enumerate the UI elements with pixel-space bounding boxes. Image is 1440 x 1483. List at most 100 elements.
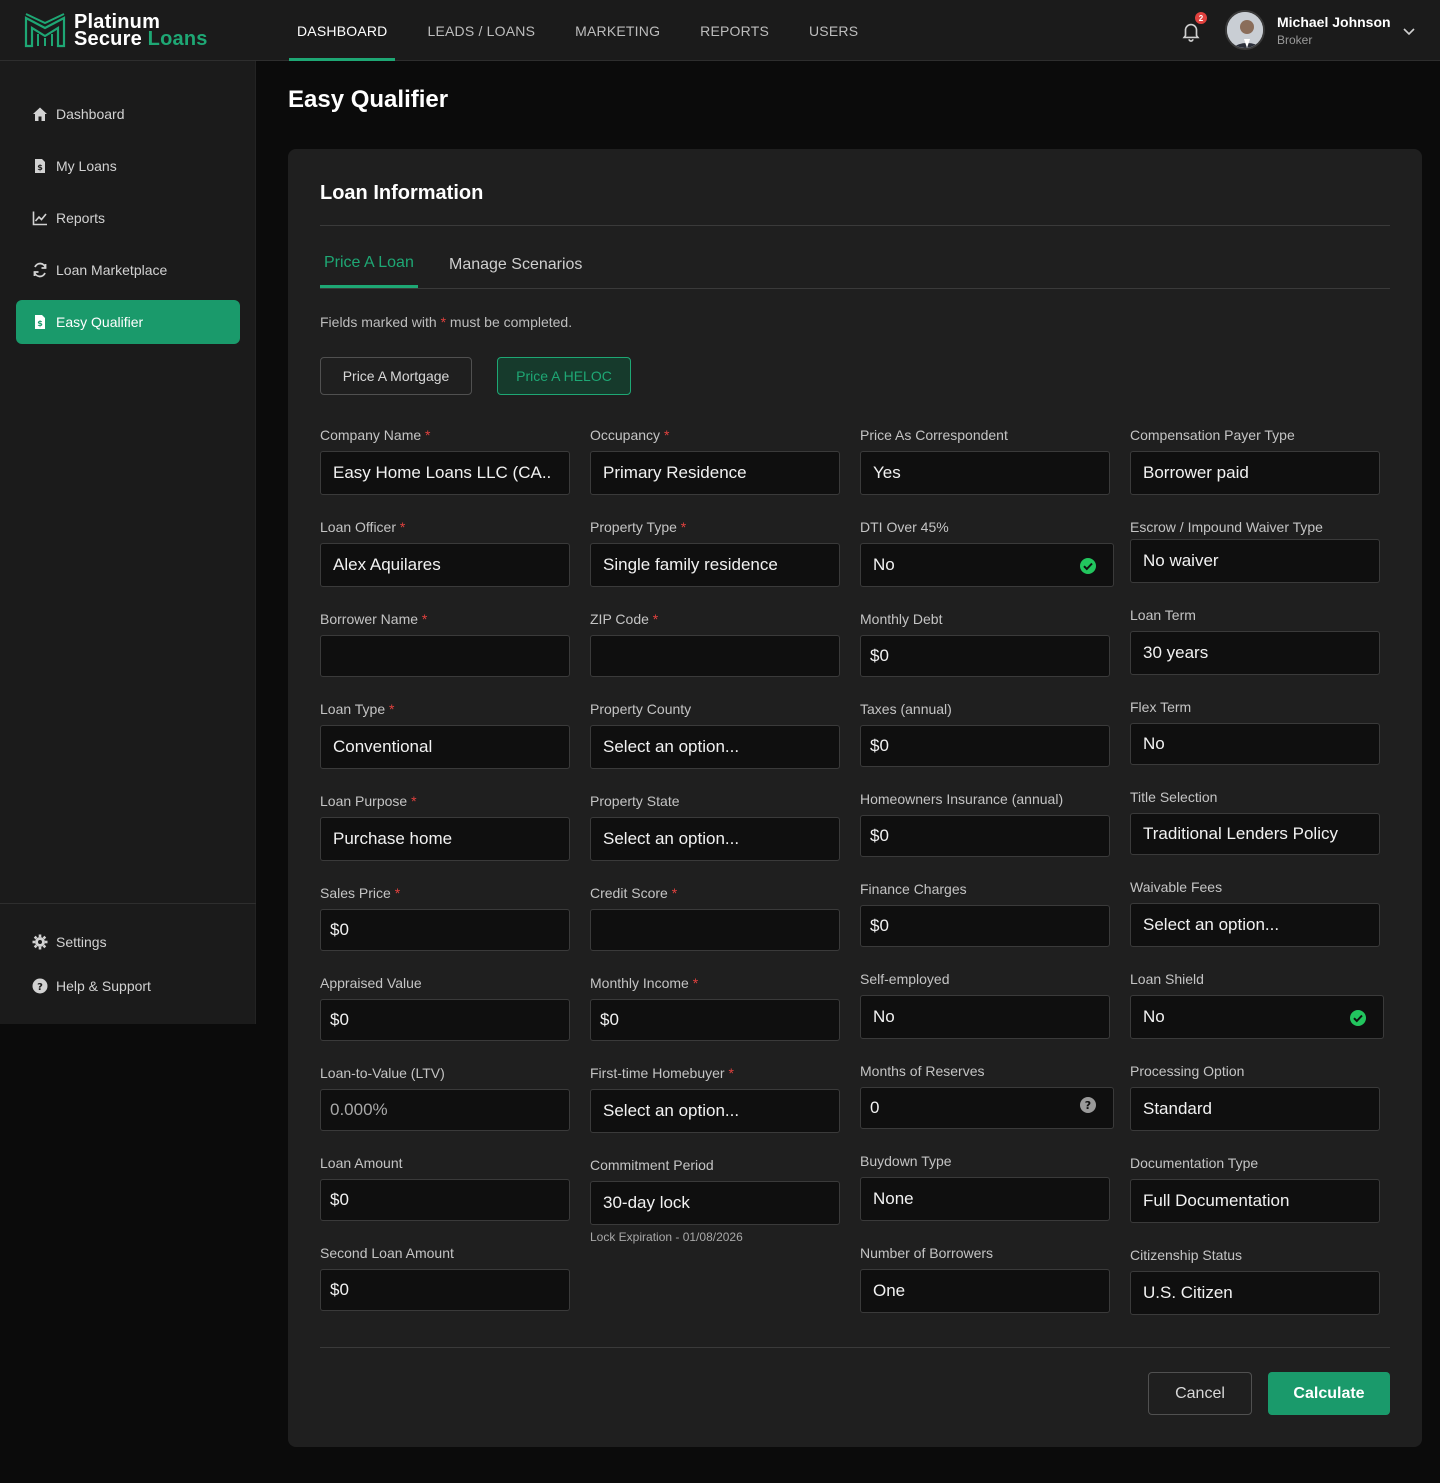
escrow-waiver-type-select[interactable]: No waiver	[1130, 539, 1380, 583]
price-a-heloc-button[interactable]: Price A HELOC	[497, 357, 631, 395]
property-county-select[interactable]: Select an option...	[590, 725, 840, 769]
company-name-label-text: Company Name	[320, 427, 422, 443]
flex-term-label: Flex Term	[1130, 699, 1192, 715]
title-selection-select[interactable]: Traditional Lenders Policy	[1130, 813, 1380, 855]
first-time-homebuyer-select[interactable]: Select an option...	[590, 1089, 840, 1133]
company-name-label: Company Name *	[320, 427, 431, 443]
sidebar-item-settings[interactable]: Settings	[16, 920, 240, 964]
price-as-correspondent-select[interactable]: Yes	[860, 451, 1110, 495]
months-of-reserves-input[interactable]: 0 ?	[860, 1087, 1114, 1129]
loan-officer-label-text: Loan Officer	[320, 519, 397, 535]
commitment-period-select[interactable]: 30-day lock	[590, 1181, 840, 1225]
appraised-value-input[interactable]: $0	[320, 999, 570, 1041]
nav-leads-loans[interactable]: LEADS / LOANS	[419, 0, 543, 61]
waivable-fees-label: Waivable Fees	[1130, 879, 1223, 895]
nav-dashboard[interactable]: DASHBOARD	[289, 0, 396, 61]
brand-line2a: Secure	[74, 28, 148, 50]
required-star: *	[425, 427, 431, 443]
nav-reports[interactable]: REPORTS	[692, 0, 777, 61]
monthly-debt-label: Monthly Debt	[860, 611, 943, 627]
price-a-mortgage-button[interactable]: Price A Mortgage	[320, 357, 472, 395]
top-bar: Platinum Secure Loans DASHBOARD LEADS / …	[0, 0, 1440, 61]
svg-text:$: $	[37, 319, 43, 328]
credit-score-label-text: Credit Score	[590, 885, 668, 901]
tab-price-a-loan[interactable]: Price A Loan	[320, 241, 418, 288]
dti-over-45-label: DTI Over 45%	[860, 519, 949, 535]
line-chart-icon	[32, 211, 47, 226]
svg-text:?: ?	[1085, 1099, 1091, 1112]
title-selection-label: Title Selection	[1130, 789, 1218, 805]
sales-price-input[interactable]: $0	[320, 909, 570, 951]
required-star: *	[652, 611, 659, 627]
chevron-down-icon[interactable]	[1402, 24, 1416, 38]
waivable-fees-select[interactable]: Select an option...	[1130, 903, 1380, 947]
flex-term-select[interactable]: No	[1130, 723, 1380, 765]
company-name-select[interactable]: Easy Home Loans LLC (CA..	[320, 451, 570, 495]
appraised-value-label: Appraised Value	[320, 975, 422, 991]
loan-term-select[interactable]: 30 years	[1130, 631, 1380, 675]
documentation-type-select[interactable]: Full Documentation	[1130, 1179, 1380, 1223]
loan-purpose-label-text: Loan Purpose	[320, 793, 408, 809]
sidebar-item-reports[interactable]: Reports	[16, 196, 240, 240]
occupancy-select[interactable]: Primary Residence	[590, 451, 840, 495]
notification-badge: 2	[1195, 12, 1207, 24]
calculate-button[interactable]: Calculate	[1268, 1372, 1390, 1415]
second-loan-amount-input[interactable]: $0	[320, 1269, 570, 1311]
sidebar-item-loan-marketplace[interactable]: Loan Marketplace	[16, 248, 240, 292]
tab-manage-scenarios[interactable]: Manage Scenarios	[445, 241, 586, 288]
zip-code-input[interactable]	[590, 635, 840, 677]
sidebar-item-easy-qualifier[interactable]: $ Easy Qualifier	[16, 300, 240, 344]
sidebar-item-dashboard[interactable]: Dashboard	[16, 92, 240, 136]
loan-shield-value: No	[1143, 1007, 1165, 1026]
citizenship-status-label: Citizenship Status	[1130, 1247, 1243, 1263]
homeowners-insurance-label: Homeowners Insurance (annual)	[860, 791, 1064, 807]
sidebar-item-label: My Loans	[56, 158, 117, 174]
borrower-name-label-text: Borrower Name	[320, 611, 419, 627]
zip-code-label: ZIP Code *	[590, 611, 658, 627]
processing-option-select[interactable]: Standard	[1130, 1087, 1380, 1131]
required-star: *	[663, 427, 670, 443]
price-as-correspondent-label: Price As Correspondent	[860, 427, 1008, 443]
sidebar-item-help-support[interactable]: ? Help & Support	[16, 964, 240, 1008]
loan-officer-select[interactable]: Alex Aquilares	[320, 543, 570, 587]
nav-marketing[interactable]: MARKETING	[567, 0, 668, 61]
loan-type-select[interactable]: Conventional	[320, 725, 570, 769]
monthly-income-label-text: Monthly Income	[590, 975, 689, 991]
property-state-select[interactable]: Select an option...	[590, 817, 840, 861]
number-of-borrowers-select[interactable]: One	[860, 1269, 1110, 1313]
required-star: *	[421, 611, 428, 627]
sidebar: Dashboard $ My Loans Reports Loan Market…	[0, 61, 256, 1024]
monthly-income-input[interactable]: $0	[590, 999, 840, 1041]
loan-purpose-select[interactable]: Purchase home	[320, 817, 570, 861]
credit-score-input[interactable]	[590, 909, 840, 951]
help-circle-icon: ?	[32, 978, 48, 994]
check-circle-icon	[1080, 558, 1096, 574]
citizenship-status-select[interactable]: U.S. Citizen	[1130, 1271, 1380, 1315]
required-star: *	[692, 975, 699, 991]
sidebar-item-my-loans[interactable]: $ My Loans	[16, 144, 240, 188]
property-type-select[interactable]: Single family residence	[590, 543, 840, 587]
homeowners-insurance-input[interactable]: $0	[860, 815, 1110, 857]
loan-amount-input[interactable]: $0	[320, 1179, 570, 1221]
taxes-annual-input[interactable]: $0	[860, 725, 1110, 767]
nav-users[interactable]: USERS	[801, 0, 866, 61]
brand-logo[interactable]: Platinum Secure Loans	[24, 12, 208, 50]
dti-over-45-select[interactable]: No	[860, 543, 1114, 587]
self-employed-select[interactable]: No	[860, 995, 1110, 1039]
loan-amount-label: Loan Amount	[320, 1155, 403, 1171]
compensation-payer-type-select[interactable]: Borrower paid	[1130, 451, 1380, 495]
taxes-annual-label: Taxes (annual)	[860, 701, 952, 717]
borrower-name-input[interactable]	[320, 635, 570, 677]
home-icon	[33, 107, 47, 121]
loan-term-label: Loan Term	[1130, 607, 1196, 623]
buydown-type-select[interactable]: None	[860, 1177, 1110, 1221]
user-name: Michael Johnson	[1277, 14, 1391, 30]
cancel-button[interactable]: Cancel	[1148, 1372, 1252, 1415]
loan-information-card: Loan Information Price A Loan Manage Sce…	[288, 149, 1422, 1447]
avatar[interactable]	[1225, 10, 1265, 50]
monthly-debt-input[interactable]: $0	[860, 635, 1110, 677]
help-circle-icon[interactable]: ?	[1079, 1096, 1097, 1114]
logo-mark-icon	[24, 13, 66, 48]
finance-charges-input[interactable]: $0	[860, 905, 1110, 947]
loan-shield-select[interactable]: No	[1130, 995, 1384, 1039]
